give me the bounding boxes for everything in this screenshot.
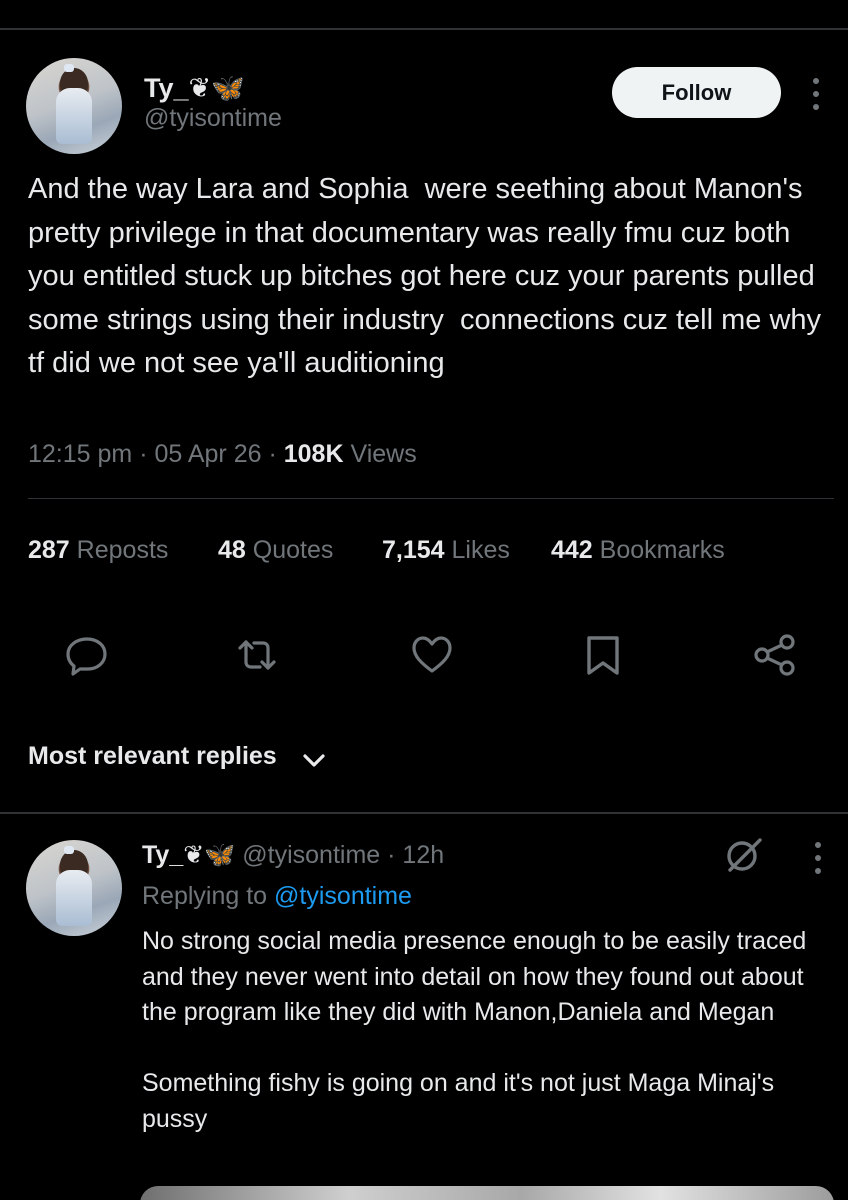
more-options-icon[interactable] [810,78,822,118]
reply-icon[interactable] [62,630,112,680]
chevron-down-icon[interactable] [300,750,328,772]
reply-author-name[interactable]: Ty_❦🦋 [142,841,235,869]
top-divider [0,28,848,30]
reply-header: Ty_❦🦋 @tyisontime · 12h [142,841,445,869]
grok-icon[interactable] [720,832,766,878]
follow-button[interactable]: Follow [612,67,781,118]
views-count: 108K [283,440,344,468]
reposts-stat[interactable]: 287 Reposts [28,536,168,565]
tweet-meta: 12:15 pm · 05 Apr 26 · 108K Views [28,440,417,468]
replying-to-link[interactable]: @tyisontime [274,882,412,910]
bookmark-icon[interactable] [578,630,628,680]
author-avatar[interactable] [26,58,122,154]
bookmarks-stat[interactable]: 442 Bookmarks [551,536,725,565]
reply-text: No strong social media presence enough t… [142,927,807,1133]
reply-author-handle[interactable]: @tyisontime [242,841,380,869]
replying-to: Replying to @tyisontime [142,882,412,910]
likes-stat[interactable]: 7,154 Likes [382,536,510,565]
views-label: Views [350,440,417,468]
reply-age[interactable]: 12h [402,841,444,869]
tweet-text: And the way Lara and Sophia were seethin… [28,173,830,379]
tweet-detail-page: Ty_❦🦋 @tyisontime Follow And the way Lar… [0,0,848,1200]
quotes-stat[interactable]: 48 Quotes [218,536,333,565]
reply-more-options-icon[interactable] [812,842,824,882]
tweet-date[interactable]: 05 Apr 26 [154,440,261,468]
repost-icon[interactable] [232,630,282,680]
like-icon[interactable] [407,630,457,680]
share-icon[interactable] [750,630,800,680]
replies-divider [0,812,848,814]
author-display-name[interactable]: Ty_❦🦋 [144,72,245,104]
reply-author-avatar[interactable] [26,840,122,936]
tweet-time[interactable]: 12:15 pm [28,440,132,468]
replies-sort-label[interactable]: Most relevant replies [28,742,277,771]
reply-media-preview[interactable] [140,1186,834,1200]
author-handle[interactable]: @tyisontime [144,104,282,133]
stats-divider [28,498,834,499]
